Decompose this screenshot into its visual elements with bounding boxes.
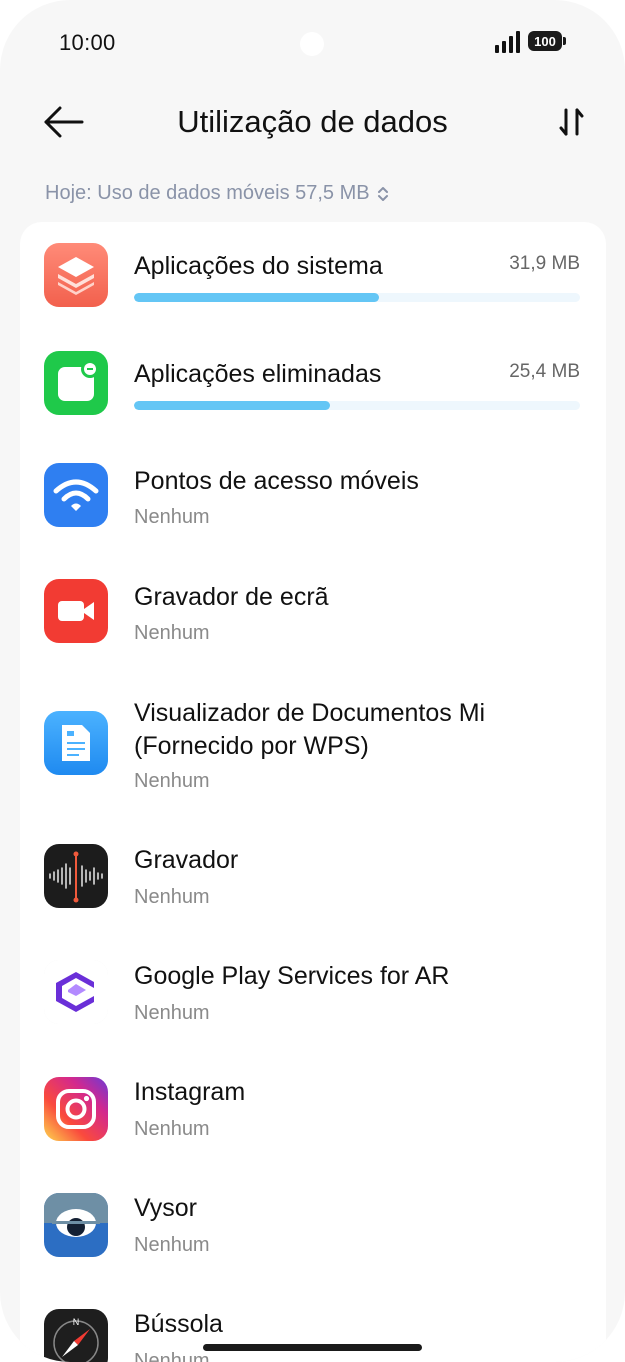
app-name: Google Play Services for AR	[134, 962, 450, 990]
front-camera	[300, 32, 324, 56]
app-row-hotspot[interactable]: Pontos de acesso móveis Nenhum	[20, 438, 606, 554]
app-name: Visualizador de Documentos Mi (Fornecido…	[134, 699, 486, 760]
screen-recorder-icon	[44, 579, 108, 643]
compass-icon: N	[44, 1309, 108, 1362]
app-row-instagram[interactable]: Instagram Nenhum	[20, 1067, 606, 1183]
app-usage-text: Nenhum	[134, 622, 210, 644]
app-usage-text: Nenhum	[134, 506, 210, 528]
app-row-screen-recorder[interactable]: Gravador de ecrã Nenhum	[20, 554, 606, 670]
app-usage-text: Nenhum	[134, 1002, 210, 1024]
chevron-up-down-icon	[377, 186, 388, 201]
app-row-recorder[interactable]: Gravador Nenhum	[20, 835, 606, 951]
app-usage-text: Nenhum	[134, 886, 210, 908]
sort-button[interactable]	[556, 104, 588, 140]
battery-icon: 100	[528, 31, 566, 51]
app-usage-text: Nenhum	[134, 1118, 210, 1140]
app-name: Instagram	[134, 1078, 246, 1106]
page-title: Utilização de dados	[177, 104, 448, 139]
sound-recorder-icon	[44, 844, 108, 908]
app-usage-list: Aplicações do sistema 31,9 MB Aplicações…	[20, 222, 606, 1362]
wifi-hotspot-icon	[44, 463, 108, 527]
vysor-icon	[44, 1193, 108, 1257]
app-name: Bússola	[134, 1310, 223, 1338]
app-row-vysor[interactable]: Vysor Nenhum	[20, 1183, 606, 1299]
app-usage-text: Nenhum	[134, 1350, 210, 1362]
usage-bar	[134, 293, 580, 302]
document-viewer-icon	[44, 711, 108, 775]
app-row-compass[interactable]: N Bússola Nenhum	[20, 1299, 606, 1362]
uninstalled-apps-icon	[44, 351, 108, 415]
usage-bar-fill	[134, 293, 380, 302]
sort-icon	[559, 108, 584, 136]
instagram-icon	[44, 1077, 108, 1141]
usage-bar-fill	[134, 401, 331, 410]
app-name: Gravador de ecrã	[134, 583, 329, 611]
usage-bar	[134, 401, 580, 410]
arcore-icon	[44, 960, 108, 1024]
app-name: Pontos de acesso móveis	[134, 467, 419, 495]
app-usage-text: Nenhum	[134, 770, 210, 792]
app-name: Aplicações eliminadas	[134, 360, 382, 388]
app-row-document-viewer[interactable]: Visualizador de Documentos Mi (Fornecido…	[20, 670, 606, 835]
app-row-arcore[interactable]: Google Play Services for AR Nenhum	[20, 951, 606, 1067]
home-indicator[interactable]	[203, 1344, 422, 1351]
svg-text:N: N	[73, 1317, 80, 1327]
period-label: Hoje: Uso de dados móveis 57,5 MB	[45, 182, 370, 204]
app-usage-text: Nenhum	[134, 1234, 210, 1256]
app-size: 25,4 MB	[509, 361, 580, 382]
system-apps-icon	[44, 243, 108, 307]
app-name: Gravador	[134, 846, 239, 874]
app-name: Vysor	[134, 1194, 197, 1222]
status-time: 10:00	[59, 30, 116, 55]
signal-icon	[495, 31, 520, 53]
screen: 10:00 100 Utilização de dados Hoje: Uso …	[0, 0, 625, 1362]
app-size: 31,9 MB	[509, 253, 580, 274]
app-row-uninstalled-apps[interactable]: Aplicações eliminadas 25,4 MB	[20, 330, 606, 438]
app-name: Aplicações do sistema	[134, 252, 383, 280]
app-row-system-apps[interactable]: Aplicações do sistema 31,9 MB	[20, 222, 606, 330]
period-selector[interactable]: Hoje: Uso de dados móveis 57,5 MB	[45, 182, 390, 205]
